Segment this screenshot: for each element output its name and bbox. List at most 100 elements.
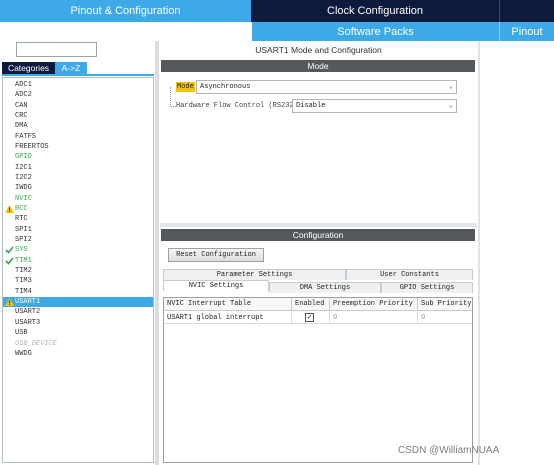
list-item-label: FREERTOS bbox=[15, 143, 49, 152]
chevron-down-icon: ⌄ bbox=[448, 83, 453, 91]
list-item[interactable]: USART2 bbox=[3, 307, 153, 317]
pinout-label: Pinout bbox=[511, 25, 543, 38]
tab-clock-label: Clock Configuration bbox=[327, 5, 423, 17]
list-item[interactable]: TIM1 bbox=[3, 256, 153, 266]
list-item-label: DMA bbox=[15, 122, 28, 131]
list-item-label: TIM1 bbox=[15, 256, 32, 265]
tab-nvic-settings[interactable]: NVIC Settings bbox=[163, 280, 269, 291]
list-item-label: CAN bbox=[15, 101, 28, 110]
software-packs-menu[interactable]: Software Packs bbox=[252, 22, 499, 41]
tab-categories[interactable]: Categories bbox=[2, 62, 55, 74]
reset-configuration-label: Reset Configuration bbox=[176, 251, 256, 259]
list-item[interactable]: GPIO bbox=[3, 152, 153, 162]
mode-section-label: Mode bbox=[307, 61, 329, 71]
list-item-label: ADC1 bbox=[15, 81, 32, 89]
list-item-label: CRC bbox=[15, 112, 28, 121]
category-tabs-underline bbox=[2, 74, 154, 76]
list-item-label: RCC bbox=[15, 205, 28, 214]
list-item-label: I2C2 bbox=[15, 174, 32, 183]
tab-dma-settings[interactable]: DMA Settings bbox=[269, 282, 381, 293]
column-header-enabled: Enabled bbox=[292, 298, 330, 311]
list-item[interactable]: ADC1 bbox=[3, 80, 153, 90]
top-tab-overflow bbox=[499, 0, 554, 22]
flow-control-label: Hardware Flow Control (RS232) bbox=[176, 102, 298, 110]
list-item-label: RTC bbox=[15, 215, 28, 224]
list-item[interactable]: FATFS bbox=[3, 132, 153, 142]
flow-control-value: Disable bbox=[296, 102, 326, 110]
watermark: CSDN @WilliamNUAA bbox=[398, 445, 500, 456]
column-header-sub-priority: Sub Priority bbox=[418, 298, 472, 311]
list-item[interactable]: DMA bbox=[3, 121, 153, 131]
list-item-label: FATFS bbox=[15, 132, 37, 141]
list-item-label: SYS bbox=[15, 246, 28, 255]
configuration-section-label: Configuration bbox=[292, 230, 344, 240]
pinout-menu[interactable]: Pinout bbox=[499, 22, 554, 41]
column-header-preemption: Preemption Priority bbox=[330, 298, 418, 311]
list-item-label: IWDG bbox=[15, 184, 32, 193]
list-item[interactable]: TIM4 bbox=[3, 287, 153, 297]
tab-a-to-z-label: A->Z bbox=[61, 63, 81, 73]
list-item[interactable]: USART3 bbox=[3, 318, 153, 328]
secondary-bar-left bbox=[0, 22, 252, 41]
panel-title: USART1 Mode and Configuration bbox=[255, 45, 382, 55]
list-item-label: USB bbox=[15, 329, 28, 338]
list-item[interactable]: IWDG bbox=[3, 183, 153, 193]
list-item-label: USB_DEVICE bbox=[15, 339, 58, 348]
list-item[interactable]: ADC2 bbox=[3, 90, 153, 100]
list-item[interactable]: CRC bbox=[3, 111, 153, 121]
list-item-label: TIM3 bbox=[15, 277, 32, 286]
list-item[interactable]: I2C2 bbox=[3, 173, 153, 183]
list-item[interactable]: SPI2 bbox=[3, 235, 153, 245]
list-item-label: SPI1 bbox=[15, 225, 32, 234]
panel-separator bbox=[160, 223, 477, 227]
mode-section-header: Mode bbox=[161, 60, 475, 72]
list-item-label: TIM4 bbox=[15, 287, 32, 296]
sub-priority-cell[interactable]: 0 bbox=[418, 312, 472, 324]
list-item[interactable]: CAN bbox=[3, 101, 153, 111]
enabled-cell: ✓ bbox=[292, 312, 330, 324]
table-row[interactable]: USART1 global interrupt ✓ 0 0 bbox=[164, 312, 472, 324]
tab-user-constants[interactable]: User Constants bbox=[346, 269, 473, 280]
list-item-label: TIM2 bbox=[15, 267, 32, 276]
panel-divider[interactable] bbox=[155, 41, 159, 465]
list-item[interactable]: RTC bbox=[3, 214, 153, 224]
search-input[interactable] bbox=[16, 42, 97, 57]
list-item[interactable]: SYS bbox=[3, 245, 153, 255]
list-item[interactable]: NVIC bbox=[3, 194, 153, 204]
right-panel-divider[interactable] bbox=[478, 41, 480, 465]
tab-pinout-configuration[interactable]: Pinout & Configuration bbox=[0, 0, 251, 22]
chevron-down-icon: ⌄ bbox=[448, 102, 453, 110]
reset-configuration-button[interactable]: Reset Configuration bbox=[168, 248, 264, 262]
list-item[interactable]: TIM3 bbox=[3, 276, 153, 286]
list-item-label: NVIC bbox=[15, 194, 32, 203]
enabled-checkbox[interactable]: ✓ bbox=[305, 313, 314, 322]
tab-a-to-z[interactable]: A->Z bbox=[55, 62, 87, 74]
list-item[interactable]: USB bbox=[3, 328, 153, 338]
tab-clock-configuration[interactable]: Clock Configuration bbox=[251, 0, 499, 22]
tab-pinout-label: Pinout & Configuration bbox=[70, 5, 181, 17]
mode-select[interactable]: Asynchronous ⌄ bbox=[196, 80, 457, 94]
list-item[interactable]: RCC bbox=[3, 204, 153, 214]
list-item[interactable]: USB_DEVICE bbox=[3, 339, 153, 349]
tab-parameter-settings[interactable]: Parameter Settings bbox=[163, 269, 346, 280]
column-header-interrupt: NVIC Interrupt Table bbox=[164, 298, 292, 311]
tab-categories-label: Categories bbox=[7, 63, 50, 73]
list-item-label: ADC2 bbox=[15, 91, 32, 100]
preemption-priority-cell[interactable]: 0 bbox=[330, 312, 418, 324]
peripheral-list[interactable]: ADC1 ADC2 CAN CRC DMA FATFS FREERTOS GPIO I2C1 I2… bbox=[2, 77, 154, 463]
warning-icon bbox=[5, 297, 14, 307]
list-item-label: USART1 bbox=[15, 298, 41, 307]
warning-icon bbox=[5, 204, 14, 214]
list-item[interactable]: TIM2 bbox=[3, 266, 153, 276]
interrupt-name-cell: USART1 global interrupt bbox=[164, 312, 292, 324]
flow-control-select[interactable]: Disable ⌄ bbox=[292, 99, 457, 113]
list-item[interactable]: USART1 bbox=[3, 297, 153, 308]
list-item[interactable]: SPI1 bbox=[3, 225, 153, 235]
tab-gpio-settings[interactable]: GPIO Settings bbox=[381, 282, 473, 293]
configuration-section-header: Configuration bbox=[161, 229, 475, 241]
list-item-label: WWDG bbox=[15, 349, 32, 358]
tree-connector bbox=[170, 87, 176, 107]
list-item[interactable]: WWDG bbox=[3, 349, 153, 359]
list-item[interactable]: I2C1 bbox=[3, 163, 153, 173]
list-item[interactable]: FREERTOS bbox=[3, 142, 153, 152]
